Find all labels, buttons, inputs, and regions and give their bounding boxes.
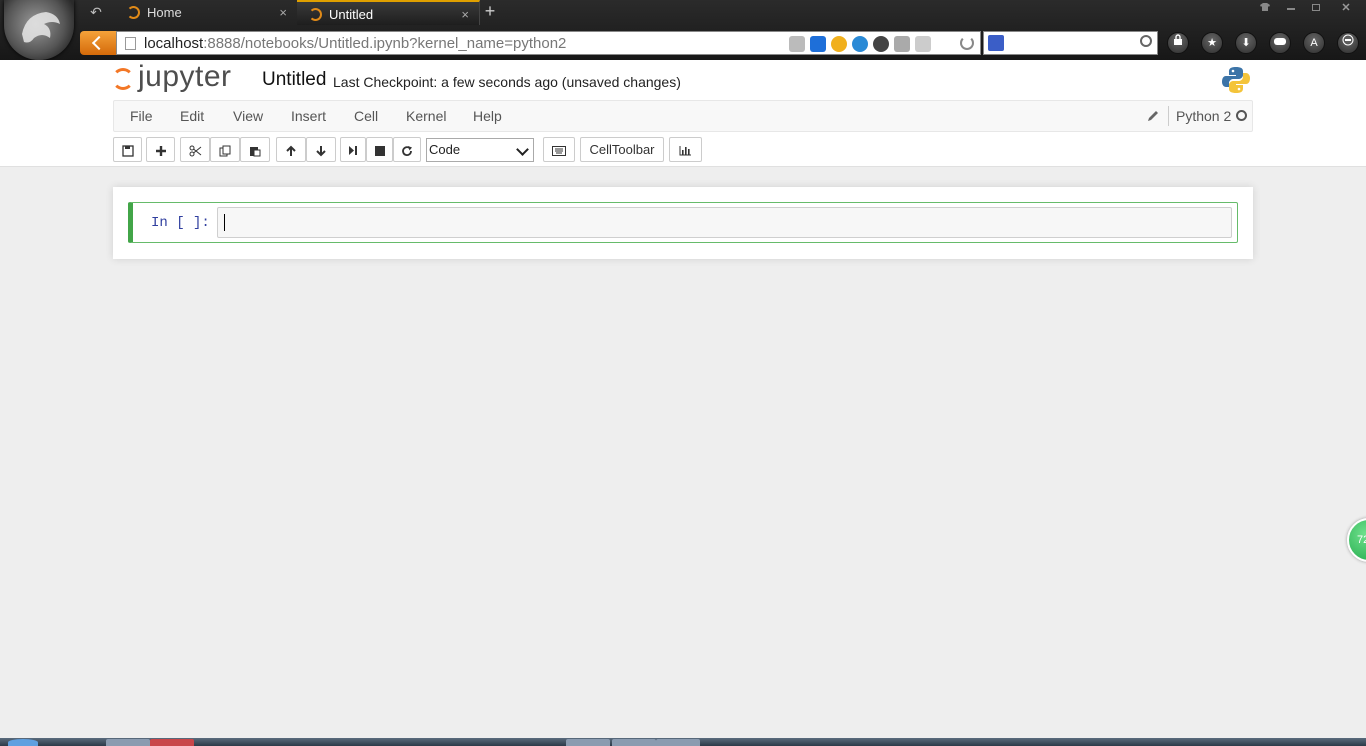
tab-home-label: Home: [147, 5, 182, 20]
search-icon[interactable]: [1140, 35, 1152, 47]
move-cell-down-button[interactable]: [306, 137, 336, 162]
address-extension-icons: [789, 36, 931, 52]
divider: [1168, 106, 1169, 126]
back-button[interactable]: [80, 31, 116, 55]
checkpoint-status: Last Checkpoint: a few seconds ago (unsa…: [333, 74, 681, 90]
address-url[interactable]: localhost:8888/notebooks/Untitled.ipynb?…: [144, 35, 566, 52]
address-path: :8888/notebooks/Untitled.ipynb?kernel_na…: [203, 35, 567, 52]
taskbar-item[interactable]: [656, 739, 700, 746]
notebook-name[interactable]: Untitled: [262, 69, 326, 91]
restart-kernel-button[interactable]: [393, 137, 421, 162]
run-cell-button[interactable]: [340, 137, 366, 162]
reload-icon[interactable]: [960, 36, 974, 50]
jupyter-logo-icon: [112, 68, 134, 90]
taskbar-item[interactable]: [106, 739, 150, 746]
search-box[interactable]: [983, 31, 1158, 55]
floating-speed-bubble[interactable]: 72: [1347, 518, 1366, 562]
menu-cell[interactable]: Cell: [354, 108, 378, 124]
kernel-idle-indicator-icon: [1236, 110, 1247, 121]
browser-logo-icon[interactable]: [4, 0, 74, 60]
restore-icon[interactable]: [1307, 2, 1325, 18]
new-tab-button[interactable]: +: [480, 1, 500, 22]
notebook-container: In [ ]:: [113, 187, 1253, 259]
undo-close-tab-icon[interactable]: ↶: [84, 2, 108, 22]
celltoolbar-button[interactable]: CellToolbar: [580, 137, 664, 162]
menu-file[interactable]: File: [130, 108, 153, 124]
jupyter-favicon-icon: [127, 6, 140, 19]
star-bookmark-icon[interactable]: [894, 36, 910, 52]
save-button[interactable]: [113, 137, 142, 162]
close-window-icon[interactable]: [1337, 2, 1355, 18]
tab-home[interactable]: Home ×: [115, 0, 298, 25]
insert-cell-below-button[interactable]: [146, 137, 175, 162]
cell-type-select[interactable]: Code: [426, 138, 534, 162]
menubar: File Edit View Insert Cell Kernel Help: [113, 100, 1253, 132]
taskbar-item[interactable]: [612, 739, 656, 746]
pencil-icon[interactable]: [1146, 109, 1160, 123]
qr-icon[interactable]: [915, 36, 931, 52]
chick-icon[interactable]: [831, 36, 847, 52]
browser-chrome: ↶ Home × Untitled × + localhost:8888/not…: [0, 0, 1366, 60]
interrupt-kernel-button[interactable]: [366, 137, 393, 162]
gamepad-icon[interactable]: [1269, 32, 1291, 54]
start-button-icon[interactable]: [8, 739, 38, 746]
close-tab-icon[interactable]: ×: [279, 0, 287, 25]
account-icon[interactable]: A: [1303, 32, 1325, 54]
menu-kernel[interactable]: Kernel: [406, 108, 446, 124]
copy-button[interactable]: [210, 137, 240, 162]
text-caret: [224, 214, 225, 231]
command-palette-button[interactable]: [543, 137, 575, 162]
menu-view[interactable]: View: [233, 108, 263, 124]
address-bar[interactable]: localhost:8888/notebooks/Untitled.ipynb?…: [116, 31, 981, 55]
minimize-icon[interactable]: [1282, 2, 1300, 18]
baidu-search-icon[interactable]: [988, 35, 1004, 51]
word-icon[interactable]: [810, 36, 826, 52]
code-cell[interactable]: In [ ]:: [128, 202, 1238, 243]
taskbar-item[interactable]: [566, 739, 610, 746]
close-tab-icon[interactable]: ×: [461, 2, 469, 27]
cell-input-editor[interactable]: [217, 207, 1232, 238]
page-icon: [125, 37, 136, 50]
jupyter-logo[interactable]: jupyter: [112, 60, 252, 96]
menu-icon[interactable]: [1337, 32, 1359, 54]
evernote-icon[interactable]: [873, 36, 889, 52]
mail-icon[interactable]: [789, 36, 805, 52]
cloud-download-icon[interactable]: [852, 36, 868, 52]
input-prompt: In [ ]:: [151, 215, 210, 231]
menu-help[interactable]: Help: [473, 108, 502, 124]
taskbar-item[interactable]: [150, 739, 194, 746]
address-host: localhost: [144, 35, 204, 52]
skin-icon[interactable]: [1256, 2, 1274, 18]
bar-chart-button[interactable]: [669, 137, 702, 162]
jupyter-favicon-icon: [309, 8, 322, 21]
cut-button[interactable]: [180, 137, 210, 162]
star-icon[interactable]: ★: [1201, 32, 1223, 54]
python-logo-icon: [1221, 65, 1251, 100]
move-cell-up-button[interactable]: [276, 137, 306, 162]
jupyter-logo-text: jupyter: [138, 60, 232, 93]
download-icon[interactable]: ⬇: [1235, 32, 1257, 54]
tab-untitled[interactable]: Untitled ×: [297, 0, 480, 25]
taskbar: [0, 738, 1366, 746]
menu-insert[interactable]: Insert: [291, 108, 326, 124]
lock-icon[interactable]: [1167, 32, 1189, 54]
paste-button[interactable]: [240, 137, 270, 162]
menu-edit[interactable]: Edit: [180, 108, 204, 124]
kernel-name: Python 2: [1176, 108, 1232, 124]
tab-untitled-label: Untitled: [329, 7, 374, 22]
